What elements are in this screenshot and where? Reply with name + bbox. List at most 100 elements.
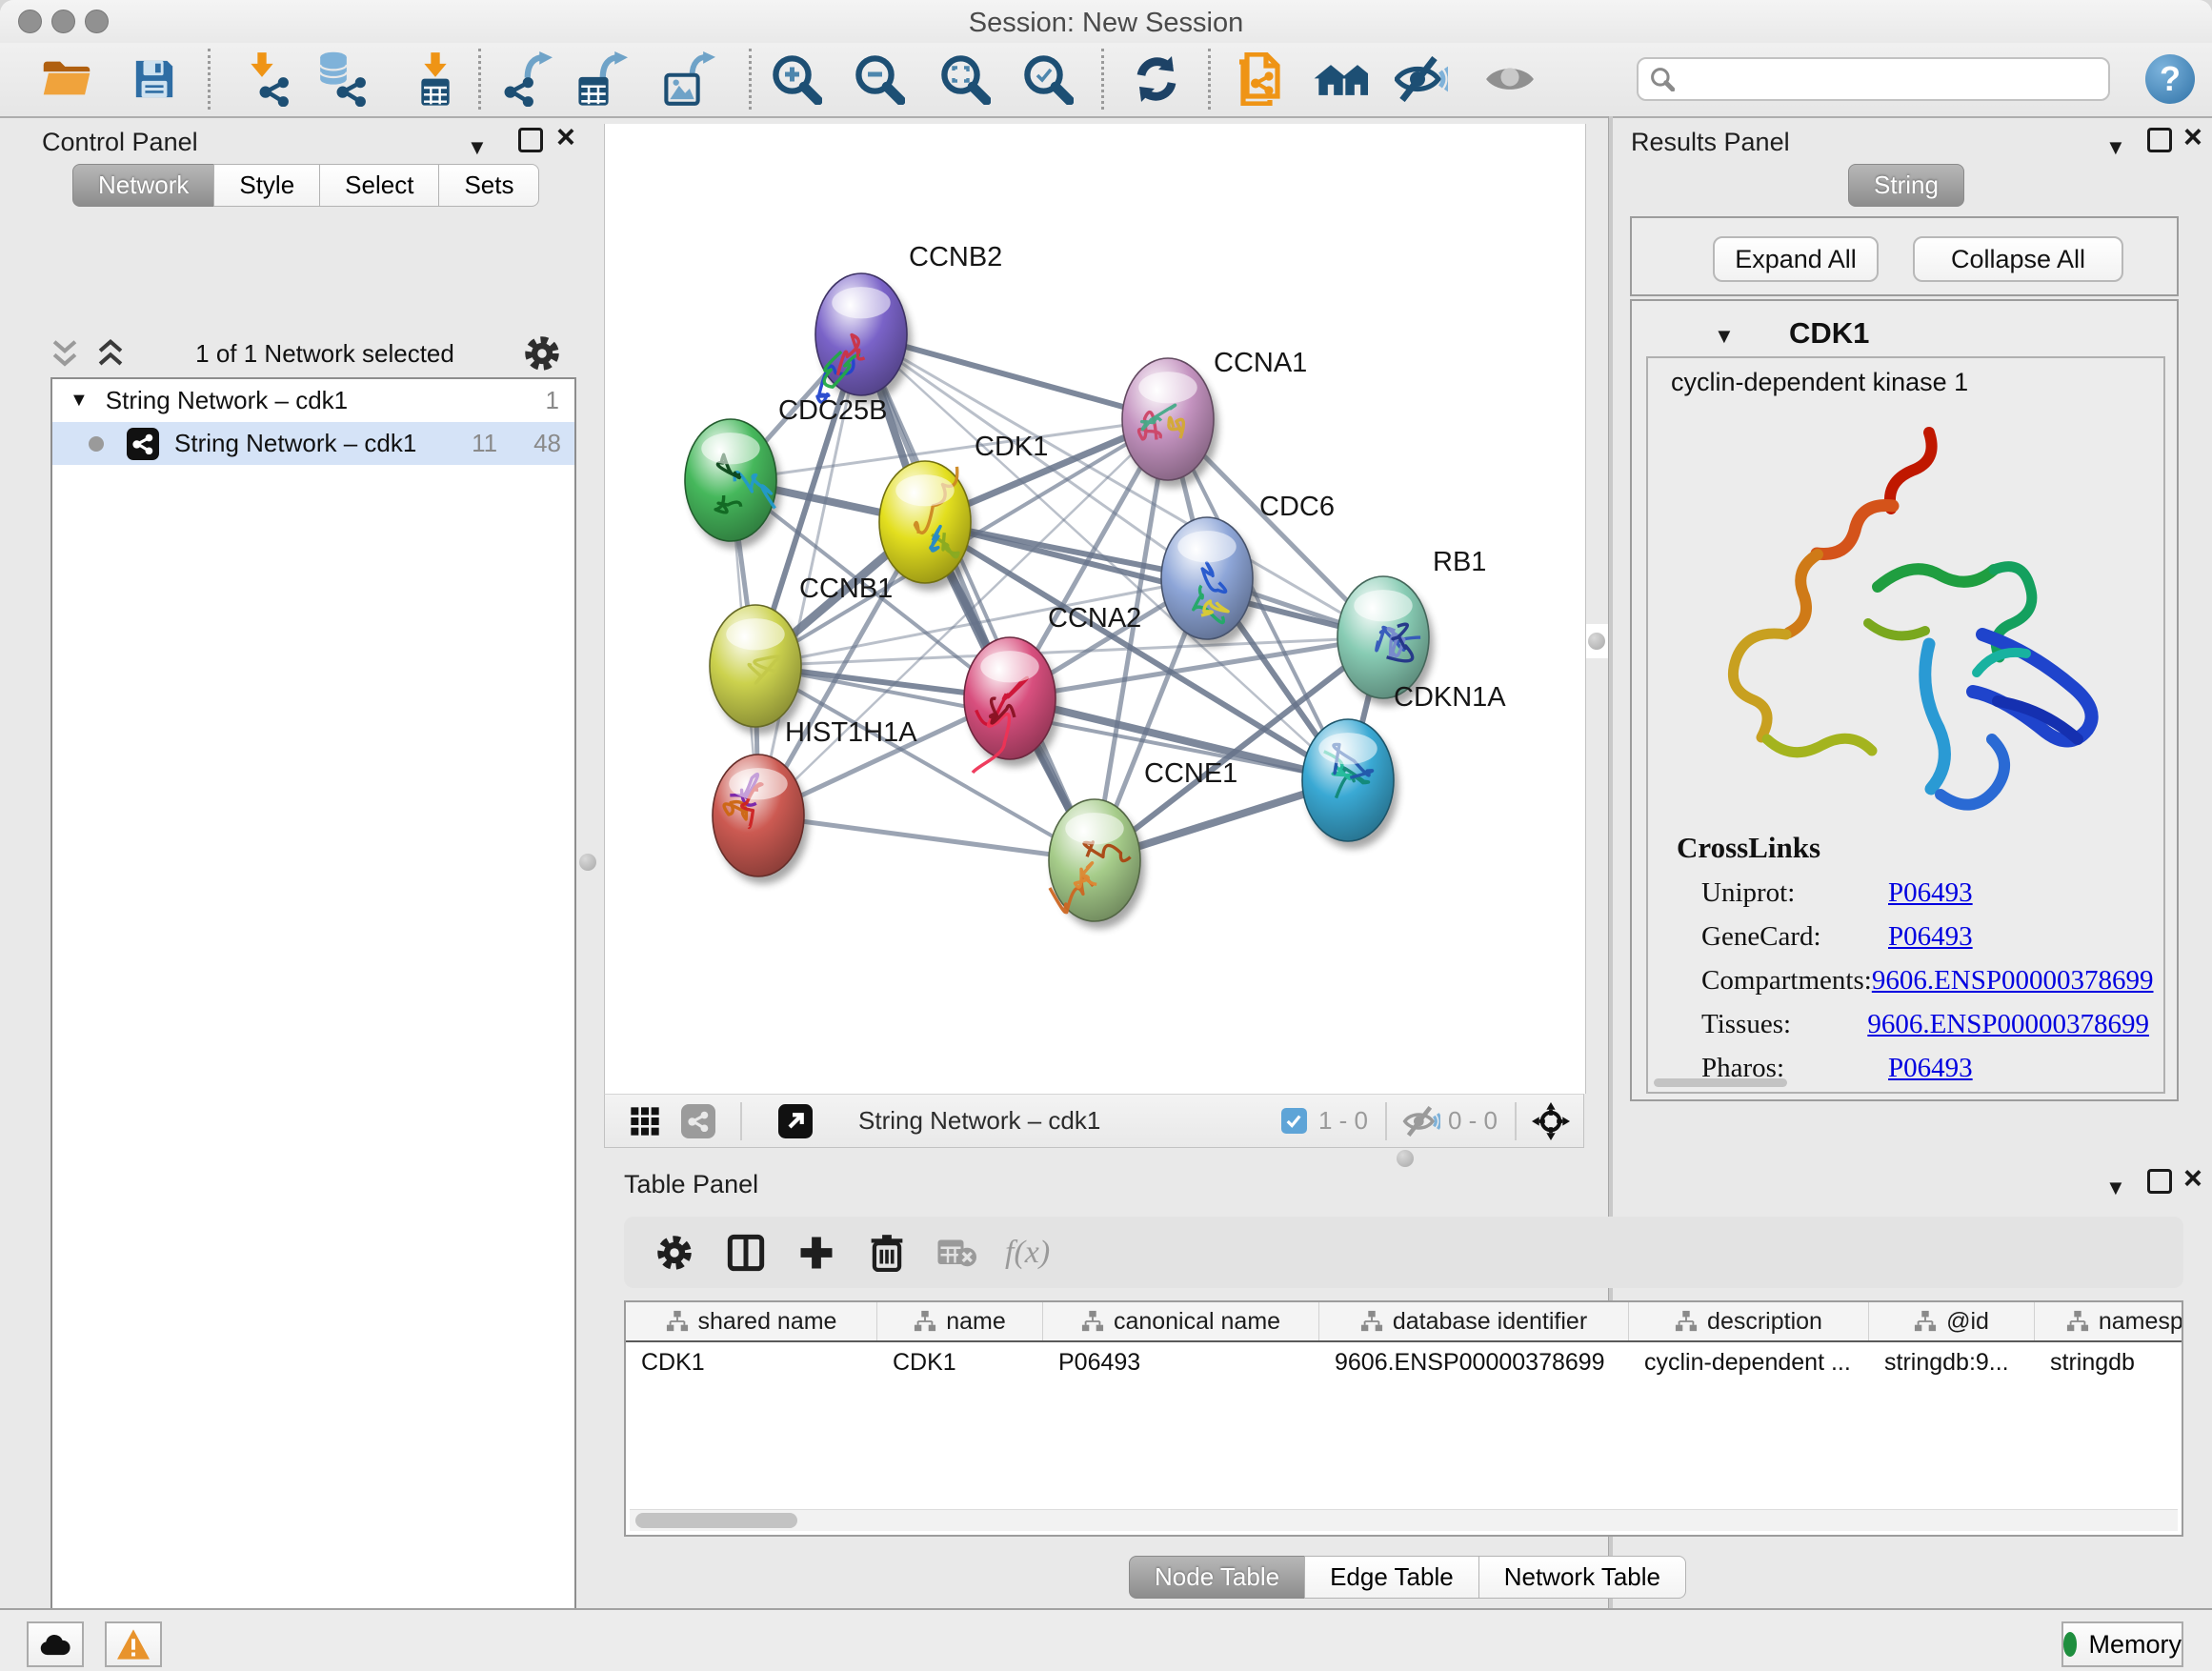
results-panel-float-icon[interactable] xyxy=(2147,128,2172,152)
column-header--id[interactable]: @id xyxy=(1869,1302,2035,1340)
toolbar-separator xyxy=(1208,49,1211,110)
delete-table-icon[interactable] xyxy=(936,1236,976,1270)
cloud-status-button[interactable] xyxy=(27,1621,84,1667)
clone-network-button[interactable] xyxy=(1233,51,1288,107)
zoom-selected-button[interactable] xyxy=(1020,51,1076,107)
network-edge-CCNB2-CCNE1[interactable] xyxy=(861,334,1095,860)
collapse-all-chevron-icon[interactable] xyxy=(51,339,80,368)
import-network-database-button[interactable] xyxy=(312,51,368,107)
collection-expander-icon[interactable]: ▼ xyxy=(70,390,89,412)
create-column-plus-icon[interactable] xyxy=(799,1236,834,1270)
open-session-button[interactable] xyxy=(39,51,94,107)
table-panel-menu-icon[interactable]: ▼ xyxy=(2105,1176,2126,1200)
selected-checkbox-icon[interactable] xyxy=(1281,1108,1307,1134)
table-cell[interactable]: cyclin-dependent ... xyxy=(1629,1342,1869,1382)
control-panel-menu-icon[interactable]: ▼ xyxy=(467,135,488,160)
column-header-canonical-name[interactable]: canonical name xyxy=(1043,1302,1319,1340)
crosslink-value-link[interactable]: P06493 xyxy=(1888,921,1973,953)
tab-string[interactable]: String xyxy=(1848,164,1964,207)
column-header-description[interactable]: description xyxy=(1629,1302,1869,1340)
export-table-button[interactable] xyxy=(574,51,630,107)
save-session-button[interactable] xyxy=(127,51,182,107)
results-panel-close-icon[interactable]: × xyxy=(2183,128,2202,147)
export-network-button[interactable] xyxy=(502,51,557,107)
tab-network-table[interactable]: Network Table xyxy=(1478,1556,1686,1599)
table-cell[interactable]: stringdb:9... xyxy=(1869,1342,2035,1382)
warnings-button[interactable] xyxy=(105,1621,162,1667)
tab-select[interactable]: Select xyxy=(319,164,439,207)
section-expander-icon[interactable]: ▼ xyxy=(1714,324,1735,349)
network-row[interactable]: String Network – cdk1 11 48 xyxy=(52,422,574,465)
table-panel-float-icon[interactable] xyxy=(2147,1169,2172,1194)
table-cell[interactable]: 9606.ENSP00000378699 xyxy=(1319,1342,1629,1382)
crosslinks-title: CrossLinks xyxy=(1677,831,1820,865)
network-type-icon[interactable] xyxy=(681,1104,715,1138)
tab-edge-table[interactable]: Edge Table xyxy=(1304,1556,1479,1599)
tab-node-table[interactable]: Node Table xyxy=(1129,1556,1305,1599)
network-collection-row[interactable]: ▼ String Network – cdk1 1 xyxy=(52,379,574,422)
tab-style[interactable]: Style xyxy=(213,164,320,207)
crosslink-value-link[interactable]: P06493 xyxy=(1888,1053,1973,1084)
show-eye-button[interactable] xyxy=(1482,51,1538,107)
network-node-CDKN1A[interactable]: CDKN1A xyxy=(1302,682,1506,849)
import-table-file-button[interactable] xyxy=(408,51,463,107)
column-header-shared-name[interactable]: shared name xyxy=(626,1302,877,1340)
table-cell[interactable]: CDK1 xyxy=(626,1342,877,1382)
table-cell[interactable]: CDK1 xyxy=(877,1342,1043,1382)
title-bar: Session: New Session xyxy=(0,0,2212,43)
export-image-button[interactable] xyxy=(662,51,717,107)
import-network-file-button[interactable] xyxy=(244,51,299,107)
function-builder-icon[interactable]: f(x) xyxy=(1005,1235,1050,1271)
search-input[interactable] xyxy=(1684,64,2088,95)
crosslink-value-link[interactable]: 9606.ENSP00000378699 xyxy=(1872,965,2154,997)
current-network-dot-icon xyxy=(89,436,104,452)
grid-view-icon[interactable] xyxy=(630,1106,660,1137)
left-splitter-handle[interactable] xyxy=(579,854,596,871)
zoom-fit-button[interactable] xyxy=(937,51,993,107)
network-graph[interactable]: CCNB2CCNA1CDC25BCDK1CDC6RB1CCNB1CCNA2CDK… xyxy=(605,124,1585,1094)
network-node-HIST1H1A[interactable]: HIST1H1A xyxy=(713,717,917,884)
tab-sets[interactable]: Sets xyxy=(438,164,539,207)
control-panel-float-icon[interactable] xyxy=(518,128,543,152)
memory-button[interactable]: Memory xyxy=(2061,1621,2183,1667)
selected-counts: 1 - 0 xyxy=(1318,1106,1368,1136)
crosshair-icon[interactable] xyxy=(1532,1102,1570,1140)
tree-column-icon xyxy=(2066,1310,2089,1333)
show-columns-icon[interactable] xyxy=(727,1234,765,1272)
home-stringify-button[interactable] xyxy=(1313,51,1368,107)
node-label-CDK1: CDK1 xyxy=(975,432,1048,462)
table-cell[interactable]: P06493 xyxy=(1043,1342,1319,1382)
delete-column-trash-icon[interactable] xyxy=(870,1234,904,1272)
zoom-in-button[interactable] xyxy=(769,51,824,107)
table-options-gear-icon[interactable] xyxy=(656,1235,693,1271)
tree-column-icon xyxy=(1360,1310,1383,1333)
help-button[interactable]: ? xyxy=(2145,54,2195,104)
crosslink-value-link[interactable]: 9606.ENSP00000378699 xyxy=(1867,1009,2149,1040)
refresh-button[interactable] xyxy=(1129,51,1184,107)
open-in-window-icon[interactable] xyxy=(778,1104,813,1138)
column-header-name[interactable]: name xyxy=(877,1302,1043,1340)
right-splitter[interactable] xyxy=(1584,624,1609,658)
tree-column-icon xyxy=(914,1310,936,1333)
table-panel-close-icon[interactable]: × xyxy=(2183,1169,2202,1188)
network-canvas[interactable]: CCNB2CCNA1CDC25BCDK1CDC6RB1CCNB1CCNA2CDK… xyxy=(604,124,1586,1094)
table-hscrollbar-thumb[interactable] xyxy=(635,1513,797,1528)
collapse-all-button[interactable]: Collapse All xyxy=(1913,236,2123,282)
control-panel-close-icon[interactable]: × xyxy=(556,128,575,147)
table-hscrollbar[interactable] xyxy=(630,1509,2178,1531)
tab-network[interactable]: Network xyxy=(72,164,214,207)
hide-panel-eye-slash-button[interactable] xyxy=(1394,51,1449,107)
results-panel-menu-icon[interactable]: ▼ xyxy=(2105,135,2126,160)
expand-all-chevron-icon[interactable] xyxy=(97,339,126,368)
protein-structure-image xyxy=(1691,415,2110,835)
crosslink-value-link[interactable]: P06493 xyxy=(1888,877,1973,909)
network-node-CDC6[interactable]: CDC6 xyxy=(1161,492,1335,647)
crosslinks-list: Uniprot:P06493GeneCard:P06493Compartment… xyxy=(1701,871,2149,1090)
zoom-out-button[interactable] xyxy=(852,51,907,107)
results-hscrollbar-thumb[interactable] xyxy=(1654,1078,1787,1087)
column-header-namespace[interactable]: namespace xyxy=(2035,1302,2183,1340)
table-cell[interactable]: stringdb xyxy=(2035,1342,2183,1382)
expand-all-button[interactable]: Expand All xyxy=(1713,236,1879,282)
column-header-database-identifier[interactable]: database identifier xyxy=(1319,1302,1629,1340)
network-options-gear-icon[interactable] xyxy=(524,335,560,372)
